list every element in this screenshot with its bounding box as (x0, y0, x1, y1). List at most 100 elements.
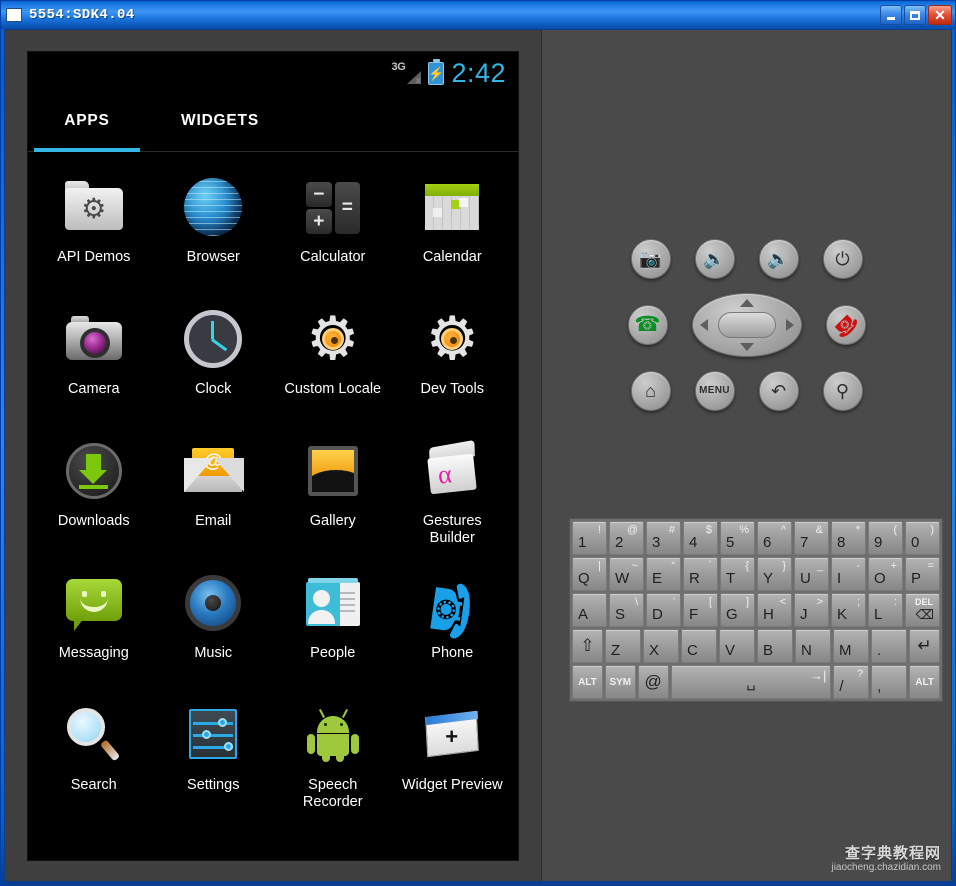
app-item-email[interactable]: @ Email (154, 434, 274, 566)
window-body: 3G x ⚡ 2:42 APPS WIDGETS ⚙ API Demos Bro… (4, 29, 952, 882)
volume-up-button[interactable]: 🔊 (758, 239, 799, 279)
key-z[interactable]: Z (605, 629, 641, 663)
key-a[interactable]: A (572, 593, 607, 627)
key-3[interactable]: 3 # (646, 521, 681, 555)
app-item-settings[interactable]: Settings (154, 698, 274, 830)
key-f[interactable]: F[ (683, 593, 718, 627)
key-alt-left[interactable]: ALT (572, 665, 603, 699)
key-k[interactable]: K; (831, 593, 866, 627)
key-2[interactable]: 2 @ (609, 521, 644, 555)
close-button[interactable]: ✕ (928, 5, 952, 25)
app-item-gestures-builder[interactable]: α Gestures Builder (393, 434, 513, 566)
key-g[interactable]: G] (720, 593, 755, 627)
endcall-button[interactable]: ☎ (825, 305, 866, 345)
search-button[interactable]: ⚲ (822, 371, 863, 411)
key-comma[interactable]: , (871, 665, 908, 699)
key-r[interactable]: R ` (683, 557, 718, 591)
volume-down-button[interactable]: 🔉 (694, 239, 735, 279)
key-9[interactable]: 9( (868, 521, 903, 555)
key-enter[interactable]: ↵ (909, 629, 940, 663)
key-j[interactable]: J > (794, 593, 829, 627)
maximize-button[interactable] (904, 5, 926, 25)
app-item-people[interactable]: People (273, 566, 393, 698)
back-button[interactable]: ↶ (758, 371, 799, 411)
app-item-speech-recorder[interactable]: Speech Recorder (273, 698, 393, 830)
app-label: Speech Recorder (302, 777, 363, 810)
dpad-center-button[interactable] (717, 312, 776, 338)
key-m[interactable]: M (833, 629, 869, 663)
key-sym[interactable]: SYM (604, 665, 636, 699)
key-t[interactable]: T{ (720, 557, 755, 591)
app-item-music[interactable]: Music (154, 566, 274, 698)
android-screen[interactable]: 3G x ⚡ 2:42 APPS WIDGETS ⚙ API Demos Bro… (27, 51, 519, 861)
network-type-label: 3G (391, 61, 406, 73)
app-item-widget-preview[interactable]: + Widget Preview (393, 698, 513, 830)
key-y[interactable]: Y} (757, 557, 792, 591)
home-button[interactable]: ⌂ (630, 371, 671, 411)
menu-button[interactable]: MENU (694, 371, 735, 411)
camera-button[interactable]: 📷 (630, 239, 671, 279)
key-n[interactable]: N (795, 629, 831, 663)
tab-apps[interactable]: APPS (34, 94, 140, 148)
key-v[interactable]: V (719, 629, 755, 663)
key-period[interactable]: . (871, 629, 907, 663)
app-item-downloads[interactable]: Downloads (34, 434, 154, 566)
minimize-button[interactable] (880, 5, 902, 25)
key-4[interactable]: 4 $ (683, 521, 718, 555)
key-shift[interactable]: ⇧ (572, 629, 603, 663)
key-c[interactable]: C (681, 629, 717, 663)
power-button[interactable]: ⏻ (822, 239, 863, 279)
key-5[interactable]: 5% (720, 521, 755, 555)
key-8[interactable]: 8 * (831, 521, 866, 555)
key-0[interactable]: 0) (905, 521, 940, 555)
key-i[interactable]: I- (831, 557, 866, 591)
key-7[interactable]: 7 & (794, 521, 829, 555)
key-slash[interactable]: /? (833, 665, 870, 699)
app-item-messaging[interactable]: Messaging (34, 566, 154, 698)
app-item-dev-tools[interactable]: ⚙ Dev Tools (393, 302, 513, 434)
call-button[interactable]: ☎ (627, 305, 668, 345)
dpad[interactable] (691, 293, 802, 357)
app-item-calculator[interactable]: − + = Calculator (273, 170, 393, 302)
dpad-down-icon[interactable] (739, 343, 754, 351)
key-w[interactable]: W ~ (609, 557, 644, 591)
key-1[interactable]: 1! (572, 521, 607, 555)
app-item-browser[interactable]: Browser (154, 170, 274, 302)
key-at[interactable]: @ (637, 665, 669, 699)
key-x[interactable]: X (643, 629, 679, 663)
key-b[interactable]: B (757, 629, 793, 663)
app-item-calendar[interactable]: Calendar (393, 170, 513, 302)
key-main: C (687, 642, 698, 659)
app-item-api-demos[interactable]: ⚙ API Demos (34, 170, 154, 302)
app-label: Search (70, 777, 117, 793)
app-item-camera[interactable]: Camera (34, 302, 154, 434)
key-h[interactable]: H < (757, 593, 792, 627)
window-controls: ✕ (880, 5, 952, 25)
tab-widgets[interactable]: WIDGETS (140, 94, 300, 148)
key-u[interactable]: U _ (794, 557, 829, 591)
dpad-right-icon[interactable] (785, 319, 794, 331)
app-item-gallery[interactable]: Gallery (273, 434, 393, 566)
key-l[interactable]: L: (868, 593, 903, 627)
dpad-up-icon[interactable] (739, 299, 754, 307)
key-q[interactable]: Q | (572, 557, 607, 591)
key-d[interactable]: D ' (646, 593, 681, 627)
hardware-row-3: ⌂ MENU ↶ ⚲ (542, 371, 951, 411)
app-item-clock[interactable]: Clock (154, 302, 274, 434)
key-space[interactable]: ␣ →| (670, 665, 832, 699)
window-titlebar[interactable]: 5554:SDK4.04 ✕ (1, 1, 955, 29)
app-item-custom-locale[interactable]: ⚙ Custom Locale (273, 302, 393, 434)
key-6[interactable]: 6 ^ (757, 521, 792, 555)
key-e[interactable]: E “ (646, 557, 681, 591)
app-item-search[interactable]: Search (34, 698, 154, 830)
dpad-left-icon[interactable] (699, 319, 708, 331)
key-delete[interactable]: DEL ⌫ (905, 593, 940, 627)
key-s[interactable]: S \ (609, 593, 644, 627)
app-item-phone[interactable]: ☎ Phone (393, 566, 513, 698)
no-service-icon: x (415, 75, 421, 85)
key-o[interactable]: O + (868, 557, 903, 591)
key-p[interactable]: P = (905, 557, 940, 591)
key-main: O (874, 570, 886, 587)
key-alt-right[interactable]: ALT (909, 665, 941, 699)
bolt-icon: ⚡ (428, 65, 445, 81)
